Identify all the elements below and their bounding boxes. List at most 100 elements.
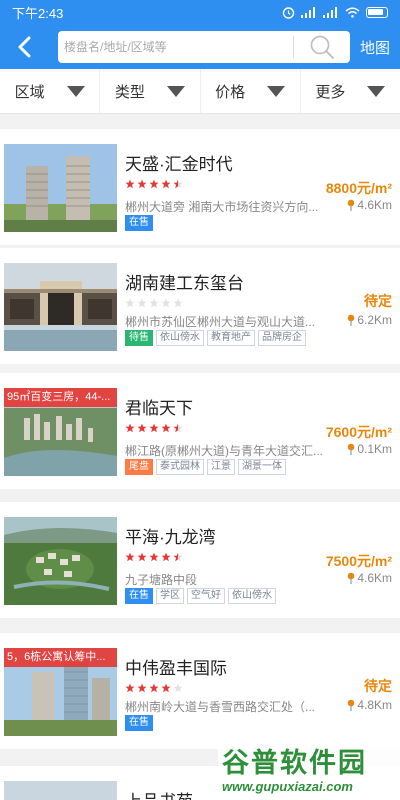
property-card[interactable]: 平海·九龙湾 7500元/m² 九子塘路中段 4.6Km 在售 学区 空气好 依…: [0, 502, 400, 618]
star-icon: [137, 423, 147, 433]
filter-label: 价格: [215, 83, 246, 101]
property-photo: 95㎡百变三房，44-...: [4, 388, 117, 476]
half-star-icon: [173, 552, 183, 562]
dropdown-triangle-icon: [367, 85, 386, 97]
filter-label: 类型: [114, 83, 145, 101]
filter-region[interactable]: 区域: [0, 69, 101, 113]
half-star-icon: [173, 179, 183, 189]
filter-more[interactable]: 更多: [301, 69, 400, 113]
star-icon: [125, 552, 135, 562]
property-address: 郴州市苏仙区郴州大道与观山大道...: [125, 315, 316, 329]
property-name: 中伟盈丰国际: [125, 659, 227, 678]
search-icon[interactable]: [308, 34, 336, 60]
star-icon: [161, 423, 171, 433]
property-photo: 5，6栋公寓认筹中...: [4, 648, 117, 736]
search-divider: [293, 36, 294, 58]
property-photo: [4, 781, 117, 800]
feature-tag: 江景: [207, 459, 235, 475]
dropdown-triangle-icon: [166, 85, 185, 97]
property-address: 郴州南岭大道与香雪西路交汇处（...: [125, 700, 316, 714]
filter-label: 区域: [14, 83, 45, 101]
property-card[interactable]: 天盛·汇金时代 8800元/m² 郴州大道旁 湘南大市场往资兴方向... 4.6…: [0, 129, 400, 245]
property-distance: 4.6Km: [347, 571, 392, 585]
signal-icon: [301, 7, 315, 18]
status-tag: 待售: [125, 330, 153, 346]
filter-price[interactable]: 价格: [201, 69, 301, 113]
promo-banner: 95㎡百变三房，44-...: [4, 388, 117, 407]
rating-stars: [125, 552, 183, 562]
location-pin-icon: [348, 443, 355, 455]
location-pin-icon: [348, 699, 355, 711]
status-tag: 在售: [125, 215, 153, 231]
property-name: 天盛·汇金时代: [125, 155, 233, 174]
feature-tag: 泰式园林: [156, 459, 204, 475]
property-price: 7500元/m²: [325, 553, 392, 569]
star-icon: [137, 683, 147, 693]
property-distance: 0.1Km: [347, 442, 392, 456]
half-star-icon: [173, 423, 183, 433]
feature-tag: 依山傍水: [156, 330, 204, 346]
property-price: 8800元/m²: [325, 180, 392, 196]
map-link[interactable]: 地图: [360, 37, 390, 58]
back-button[interactable]: [10, 31, 38, 63]
property-photo: [4, 517, 117, 605]
property-address: 九子塘路中段: [125, 573, 198, 587]
property-tags: 在售: [125, 215, 153, 231]
property-card[interactable]: 湖南建工东玺台 待定 郴州市苏仙区郴州大道与观山大道... 6.2Km 待售 依…: [0, 248, 400, 364]
property-name: 上品书苑: [125, 787, 193, 800]
property-name: 湖南建工东玺台: [125, 274, 244, 293]
feature-tag: 依山傍水: [228, 588, 276, 604]
star-icon: [149, 179, 159, 189]
filter-type[interactable]: 类型: [100, 69, 201, 113]
star-icon: [125, 179, 135, 189]
property-price: 7600元/m²: [325, 424, 392, 440]
distance-value: 4.8Km: [357, 698, 392, 712]
location-pin-icon: [348, 572, 355, 584]
property-name: 君临天下: [125, 399, 193, 418]
location-pin-icon: [348, 199, 355, 211]
feature-tag: 教育地产: [207, 330, 255, 346]
star-icon: [149, 552, 159, 562]
property-card[interactable]: 5，6栋公寓认筹中... 中伟盈丰国际 待定 郴州南岭大道与香雪西路交汇处（..…: [0, 633, 400, 749]
star-icon: [125, 423, 135, 433]
property-tags: 尾盘 泰式园林 江景 湖景一体: [125, 459, 286, 475]
search-box[interactable]: [58, 31, 350, 63]
property-address: 郴江路(原郴州大道)与青年大道交汇...: [125, 444, 323, 458]
status-icons: [282, 6, 388, 19]
property-tags: 待售 依山傍水 教育地产 品牌房企: [125, 330, 306, 346]
rating-stars: [125, 179, 183, 189]
star-icon: [137, 552, 147, 562]
app-header: 下午2:43 地图: [0, 0, 400, 69]
location-pin-icon: [348, 314, 355, 326]
watermark-title: 谷普软件园: [222, 748, 367, 778]
status-time: 下午2:43: [12, 6, 64, 21]
star-icon: [173, 298, 183, 308]
feature-tag: 品牌房企: [258, 330, 306, 346]
watermark-logo: 谷普软件园 www.gupuxiazai.com: [218, 737, 400, 800]
property-card[interactable]: 95㎡百变三房，44-... 君临天下 7600元/m² 郴江路(原郴州大道)与…: [0, 373, 400, 489]
filter-bar: 区域 类型 价格 更多: [0, 69, 400, 114]
search-input[interactable]: [64, 40, 289, 54]
feature-tag: 空气好: [187, 588, 225, 604]
rating-stars: [125, 298, 183, 308]
star-icon: [161, 552, 171, 562]
property-distance: 4.6Km: [347, 198, 392, 212]
star-icon: [149, 423, 159, 433]
filter-label: 更多: [315, 83, 346, 101]
property-address: 郴州大道旁 湘南大市场往资兴方向...: [125, 200, 319, 214]
property-photo: [4, 263, 117, 351]
nav-bar: 地图: [0, 25, 400, 69]
battery-icon: [366, 7, 388, 18]
back-arrow-icon: [18, 36, 31, 58]
status-bar: 下午2:43: [0, 0, 400, 25]
property-name: 平海·九龙湾: [125, 528, 216, 547]
wifi-icon: [345, 7, 360, 18]
star-icon: [161, 179, 171, 189]
promo-banner: 5，6栋公寓认筹中...: [4, 648, 117, 667]
star-icon: [161, 683, 171, 693]
status-tag: 尾盘: [125, 459, 153, 475]
star-icon: [137, 298, 147, 308]
property-distance: 6.2Km: [347, 313, 392, 327]
star-icon: [149, 683, 159, 693]
star-icon: [125, 683, 135, 693]
